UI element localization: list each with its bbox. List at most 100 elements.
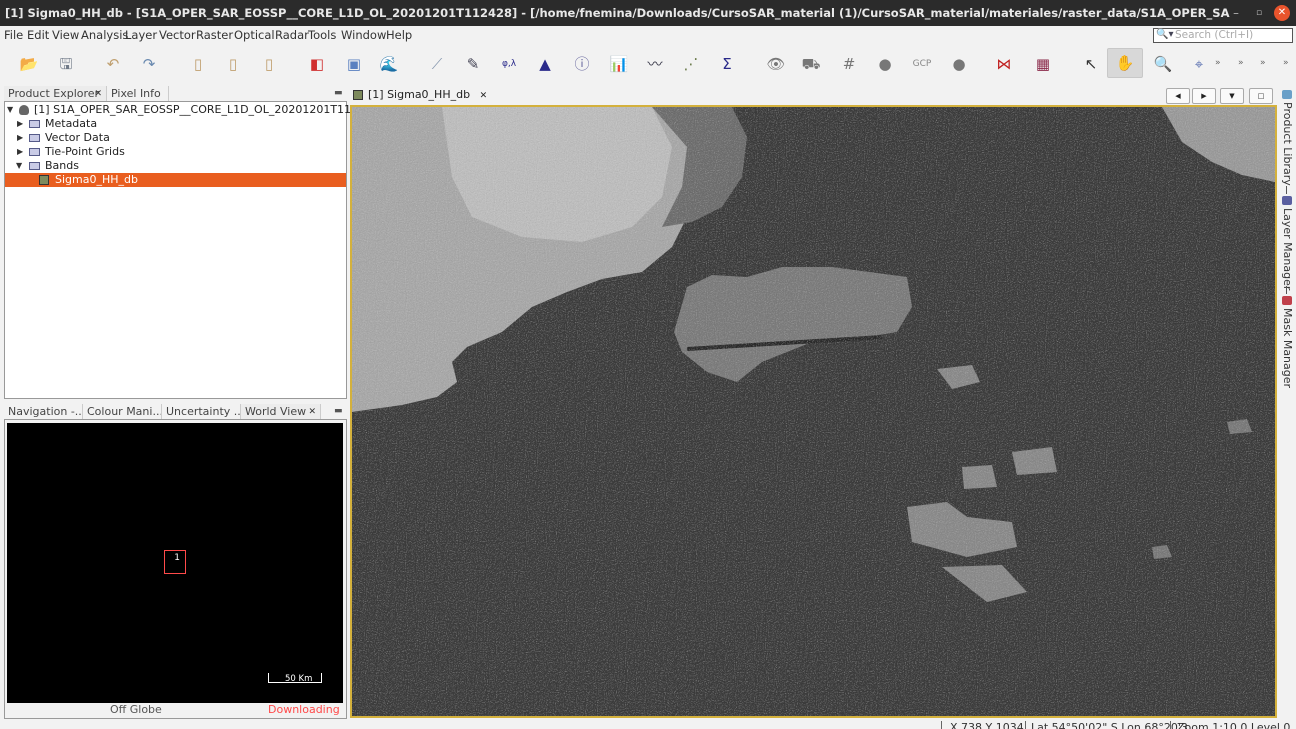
close-tab-icon[interactable]: ✕ xyxy=(480,91,488,101)
expand-arrow-icon[interactable]: ▶ xyxy=(17,117,23,131)
toolbar-overflow-chevron-icon[interactable]: » xyxy=(1238,58,1244,68)
pin-manager-icon[interactable]: ● xyxy=(874,53,896,75)
menu-window[interactable]: Window xyxy=(341,28,386,42)
plot-info-icon[interactable]: 📊 xyxy=(608,53,630,75)
scroll-tabs-left-button[interactable]: ◀ xyxy=(1166,88,1190,104)
band-icon xyxy=(353,90,363,100)
menu-layer[interactable]: Layer xyxy=(125,28,157,42)
world-view-map[interactable]: 1 50 Km xyxy=(7,423,343,703)
toolbar-overflow-chevron-icon[interactable]: » xyxy=(1283,58,1289,68)
open-folder-icon xyxy=(29,162,40,170)
search-icon: 🔍▾ xyxy=(1156,29,1174,40)
main-toolbar: 📂 🖫 ↶ ↷ ▯ ▯ ▯ ◧ ▣ 🌊 ⟋ ✎ φ,λ ▲ ⓘ 📊 〰 ⋰ Σ 👁 ⛟ # ● GCP ● ⋈ ▦ ↖ ✋ 🔍 ⌖ » » » » xyxy=(0,45,1296,83)
band-maths-icon[interactable]: ▯ xyxy=(258,53,280,75)
menu-raster[interactable]: Raster xyxy=(196,28,233,42)
menu-view[interactable]: View xyxy=(52,28,79,42)
scroll-tabs-right-button[interactable]: ▶ xyxy=(1192,88,1216,104)
pan-tool-icon[interactable]: ✋ xyxy=(1107,48,1143,78)
graticule-icon[interactable]: # xyxy=(838,53,860,75)
menu-optical[interactable]: Optical xyxy=(234,28,275,42)
folder-icon xyxy=(29,148,40,156)
histogram-icon[interactable]: ▲ xyxy=(534,53,556,75)
separator xyxy=(1286,286,1287,294)
layer-manager-tab[interactable]: Layer Manager xyxy=(1281,208,1294,290)
product-node[interactable]: ▼ [1] S1A_OPER_SAR_EOSSP__CORE_L1D_OL_20… xyxy=(5,103,379,117)
mask-overlay-icon[interactable]: ● xyxy=(948,53,970,75)
menu-analysis[interactable]: Analysis xyxy=(81,28,128,42)
tab-world-view[interactable]: World View ✕ xyxy=(241,404,321,420)
band-subset-icon[interactable]: ▯ xyxy=(187,53,209,75)
islet-5 xyxy=(962,465,997,489)
tree-node-tie-point-grids[interactable]: ▶ Tie-Point Grids xyxy=(5,145,345,159)
product-footprint-marker[interactable]: 1 xyxy=(164,550,186,574)
zoom-level: Zoom 1:10.0 Level 0 xyxy=(1177,721,1291,729)
search-input[interactable]: Search (Ctrl+I) xyxy=(1153,28,1293,43)
open-product-icon[interactable]: 📂 xyxy=(18,53,40,75)
collapse-arrow-icon[interactable]: ▼ xyxy=(16,159,22,173)
save-product-icon[interactable]: 🖫 xyxy=(55,53,77,75)
overlay-eye-icon[interactable]: 👁 xyxy=(765,53,787,75)
tab-colour-manipulation[interactable]: Colour Mani... xyxy=(83,404,162,420)
maximize-button[interactable]: ▫ xyxy=(1252,0,1266,26)
minimize-panel-icon[interactable]: ▬ xyxy=(334,406,343,416)
menu-vector[interactable]: Vector xyxy=(159,28,196,42)
zoom-tool-icon[interactable]: 🔍 xyxy=(1152,53,1174,75)
mask-manager-icon xyxy=(1282,296,1292,305)
world-map-icon[interactable]: ⛟ xyxy=(800,53,822,75)
separator xyxy=(1286,186,1287,194)
image-viewer[interactable] xyxy=(350,105,1277,718)
close-button[interactable]: ✕ xyxy=(1274,5,1290,21)
wave-icon[interactable]: 🌊 xyxy=(378,53,400,75)
tab-navigation[interactable]: Navigation -... xyxy=(4,404,83,420)
minimize-panel-icon[interactable]: ▬ xyxy=(334,88,343,98)
folder-icon xyxy=(29,134,40,142)
close-tab-icon[interactable]: ✕ xyxy=(308,404,316,420)
tree-node-label: Sigma0_HH_db xyxy=(55,173,138,186)
menu-file[interactable]: File xyxy=(4,28,23,42)
geo-coding-icon[interactable]: φ,λ xyxy=(498,53,520,75)
select-tool-icon[interactable]: ↖ xyxy=(1080,53,1102,75)
undo-icon[interactable]: ↶ xyxy=(102,53,124,75)
scatter-plot-icon[interactable]: ⋰ xyxy=(680,53,702,75)
graph-builder-icon[interactable]: ⋈ xyxy=(993,53,1015,75)
spectrum-icon[interactable]: 〰 xyxy=(644,53,666,75)
gcp-manager-icon[interactable]: GCP xyxy=(911,53,933,75)
menu-radar[interactable]: Radar xyxy=(275,28,309,42)
image-view-icon[interactable]: ▣ xyxy=(343,53,365,75)
statistics-icon[interactable]: Σ xyxy=(716,53,738,75)
toolbar-overflow-chevron-icon[interactable]: » xyxy=(1260,58,1266,68)
expand-arrow-icon[interactable]: ▶ xyxy=(17,145,23,159)
minimize-button[interactable]: – xyxy=(1229,0,1243,26)
close-tab-icon[interactable]: ✕ xyxy=(94,86,102,102)
tab-uncertainty[interactable]: Uncertainty ... xyxy=(162,404,241,420)
tab-label: Product Explorer xyxy=(8,87,100,100)
tree-node-bands[interactable]: ▼ Bands xyxy=(5,159,345,173)
tab-label: Navigation -... xyxy=(8,405,83,418)
band-add-icon[interactable]: ▯ xyxy=(222,53,244,75)
tree-node-metadata[interactable]: ▶ Metadata xyxy=(5,117,345,131)
collapse-arrow-icon[interactable]: ▼ xyxy=(7,103,13,117)
batch-processing-icon[interactable]: ▦ xyxy=(1032,53,1054,75)
menu-tools[interactable]: Tools xyxy=(308,28,336,42)
tab-product-explorer[interactable]: Product Explorer ✕ xyxy=(4,86,107,102)
separator xyxy=(1025,721,1026,729)
maximize-document-button[interactable]: □ xyxy=(1249,88,1273,104)
pixel-position: X 738 Y 1034 xyxy=(950,721,1024,729)
edit-icon[interactable]: ✎ xyxy=(462,53,484,75)
expand-arrow-icon[interactable]: ▶ xyxy=(17,131,23,145)
mask-manager-tab[interactable]: Mask Manager xyxy=(1281,308,1294,388)
document-tab[interactable]: [1] Sigma0_HH_db ✕ xyxy=(350,86,487,104)
tree-node-vector-data[interactable]: ▶ Vector Data xyxy=(5,131,345,145)
menu-help[interactable]: Help xyxy=(386,28,412,42)
tree-node-selected-band[interactable]: Sigma0_HH_db xyxy=(5,173,346,187)
information-icon[interactable]: ⓘ xyxy=(571,53,593,75)
product-library-tab[interactable]: Product Library xyxy=(1281,102,1294,186)
rgb-image-icon[interactable]: ◧ xyxy=(306,53,328,75)
profile-plot-icon[interactable]: ⟋ xyxy=(426,53,448,75)
toolbar-overflow-chevron-icon[interactable]: » xyxy=(1215,58,1221,68)
menu-edit[interactable]: Edit xyxy=(27,28,49,42)
show-opened-documents-button[interactable]: ▼ xyxy=(1220,88,1244,104)
pin-placing-icon[interactable]: ⌖ xyxy=(1188,53,1210,75)
redo-icon[interactable]: ↷ xyxy=(138,53,160,75)
tab-pixel-info[interactable]: Pixel Info xyxy=(107,86,169,102)
